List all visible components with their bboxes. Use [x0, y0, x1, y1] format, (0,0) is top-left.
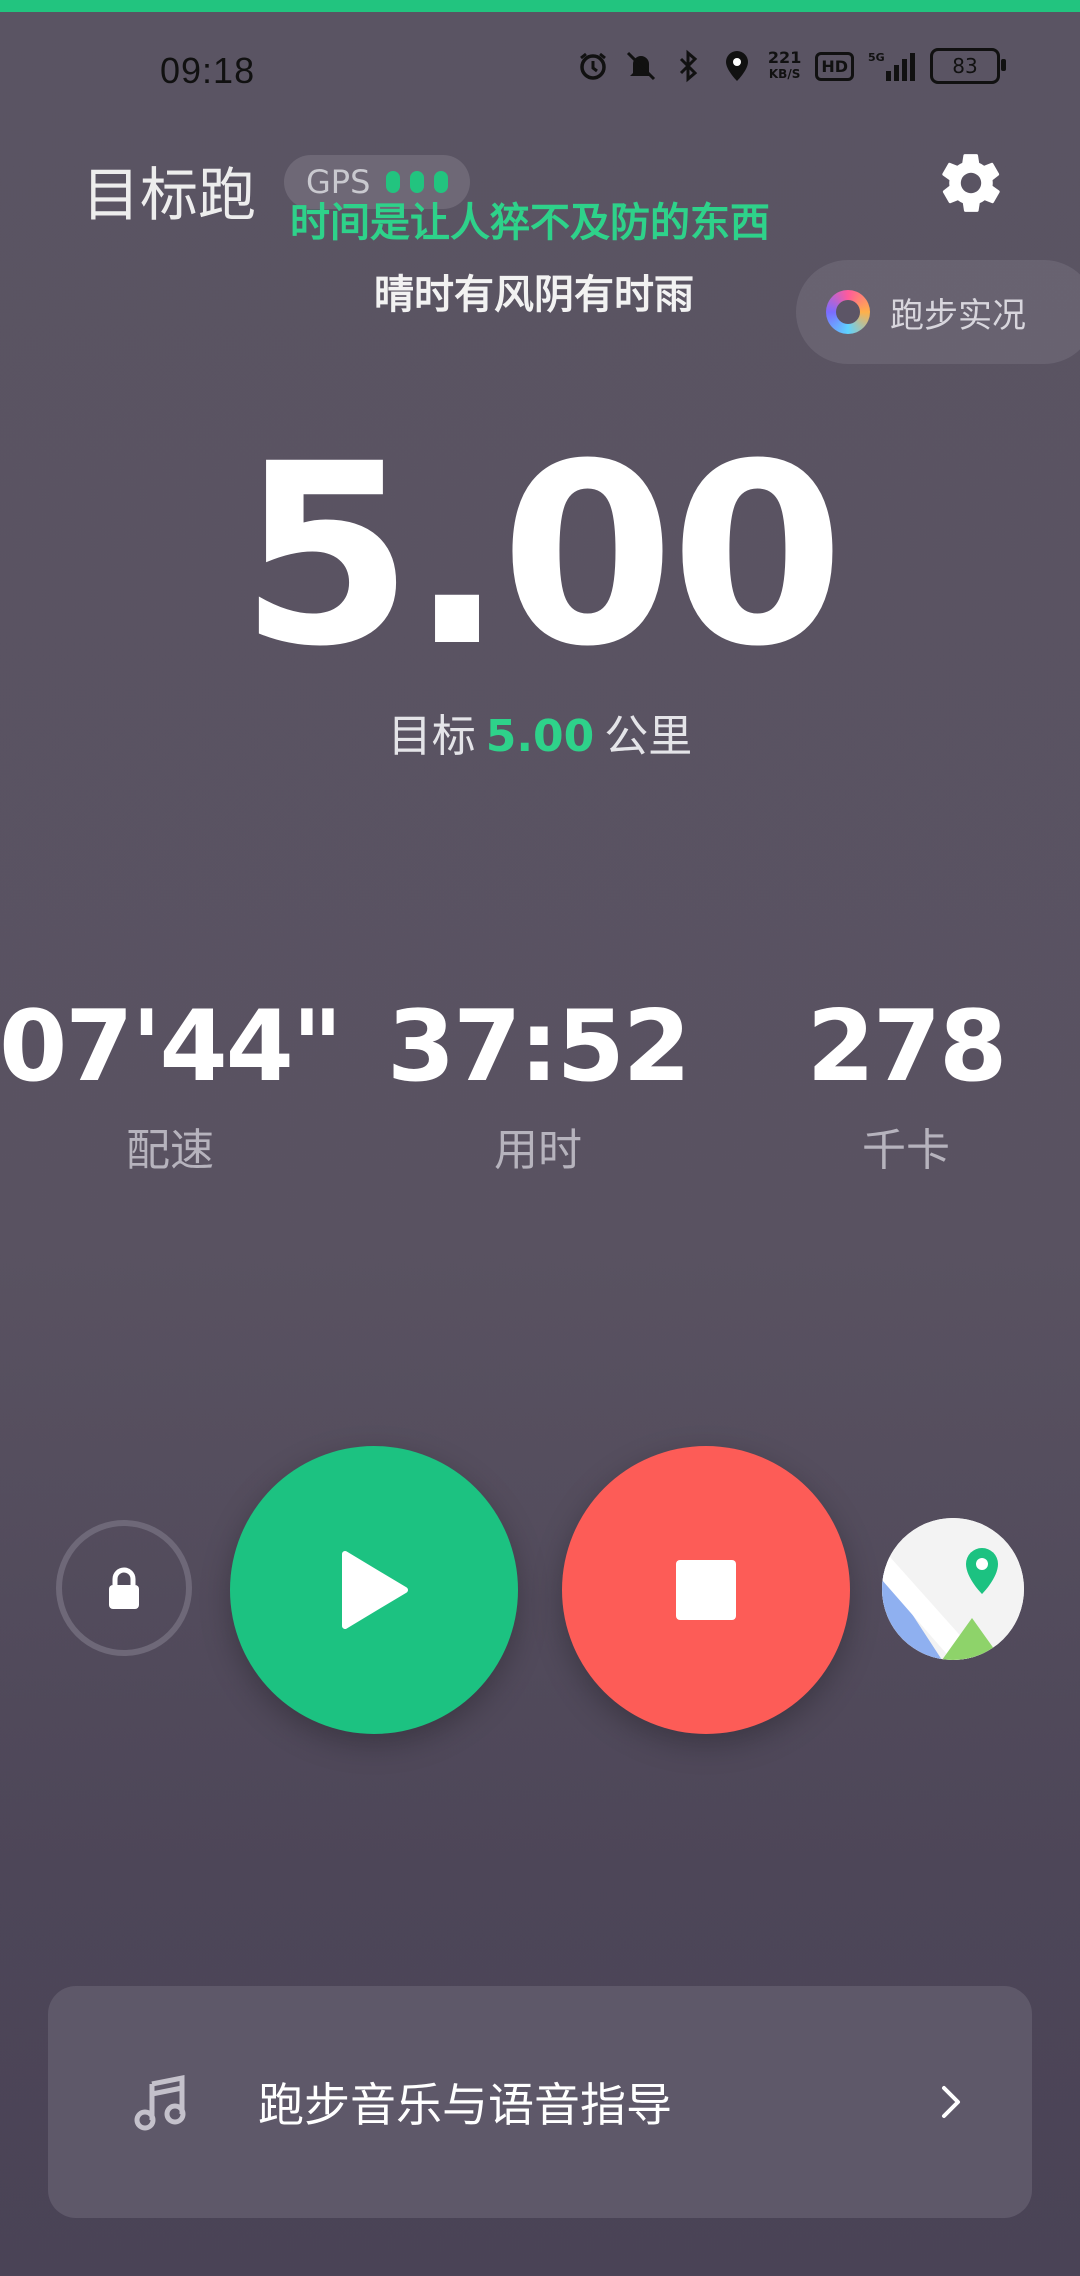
top-accent-line: [0, 0, 1080, 12]
calories-value: 278: [806, 990, 1008, 1104]
target-value: 5.00: [485, 711, 595, 762]
lyric-line-next: 晴时有风阴有时雨: [374, 272, 694, 318]
mute-icon: [624, 49, 658, 83]
map-button[interactable]: [882, 1518, 1024, 1660]
status-time: 09:18: [160, 50, 256, 91]
target-unit: 公里: [604, 711, 693, 762]
lyric-line-current: 时间是让人猝不及防的东西: [290, 200, 770, 246]
pace-value: 07'44": [0, 990, 343, 1104]
alarm-icon: [576, 49, 610, 83]
stat-calories: 278 千卡: [726, 990, 1080, 1178]
page-title: 目标跑: [82, 161, 257, 229]
net-speed: 221 KB/S: [767, 48, 802, 82]
calories-label: 千卡: [862, 1125, 950, 1176]
svg-text:5G: 5G: [868, 51, 885, 64]
gear-icon[interactable]: [936, 148, 1006, 218]
distance-target: 目标 5.00 公里: [0, 700, 1080, 764]
duration-label: 用时: [494, 1125, 582, 1176]
stat-pace: 07'44" 配速: [0, 990, 350, 1178]
play-icon: [342, 1551, 408, 1629]
lock-button[interactable]: [56, 1520, 192, 1656]
bluetooth-icon: [672, 49, 706, 83]
stat-duration: 37:52 用时: [358, 990, 718, 1178]
target-prefix: 目标: [387, 711, 476, 762]
status-icons: 221 KB/S HD 5G 83: [576, 48, 1006, 84]
stop-button[interactable]: [562, 1446, 850, 1734]
resume-button[interactable]: [230, 1446, 518, 1734]
location-icon: [720, 49, 754, 83]
live-ring-icon: [826, 290, 870, 334]
distance-value: 5.00: [239, 410, 845, 701]
battery-icon: 83: [930, 48, 1006, 84]
duration-value: 37:52: [387, 990, 691, 1104]
lock-icon: [109, 1567, 139, 1609]
signal-icon: 5G: [868, 49, 916, 83]
music-voice-guide-button[interactable]: 跑步音乐与语音指导: [48, 1986, 1032, 2218]
running-live-button[interactable]: 跑步实况: [796, 260, 1080, 364]
running-live-label: 跑步实况: [890, 295, 1026, 336]
stop-icon: [676, 1560, 736, 1620]
music-voice-guide-label: 跑步音乐与语音指导: [258, 2078, 672, 2132]
pace-label: 配速: [126, 1125, 214, 1176]
music-note-icon: [134, 2074, 186, 2131]
map-icon: [882, 1518, 1024, 1660]
hd-badge: HD: [815, 51, 854, 81]
chevron-right-icon: [942, 2086, 960, 2118]
